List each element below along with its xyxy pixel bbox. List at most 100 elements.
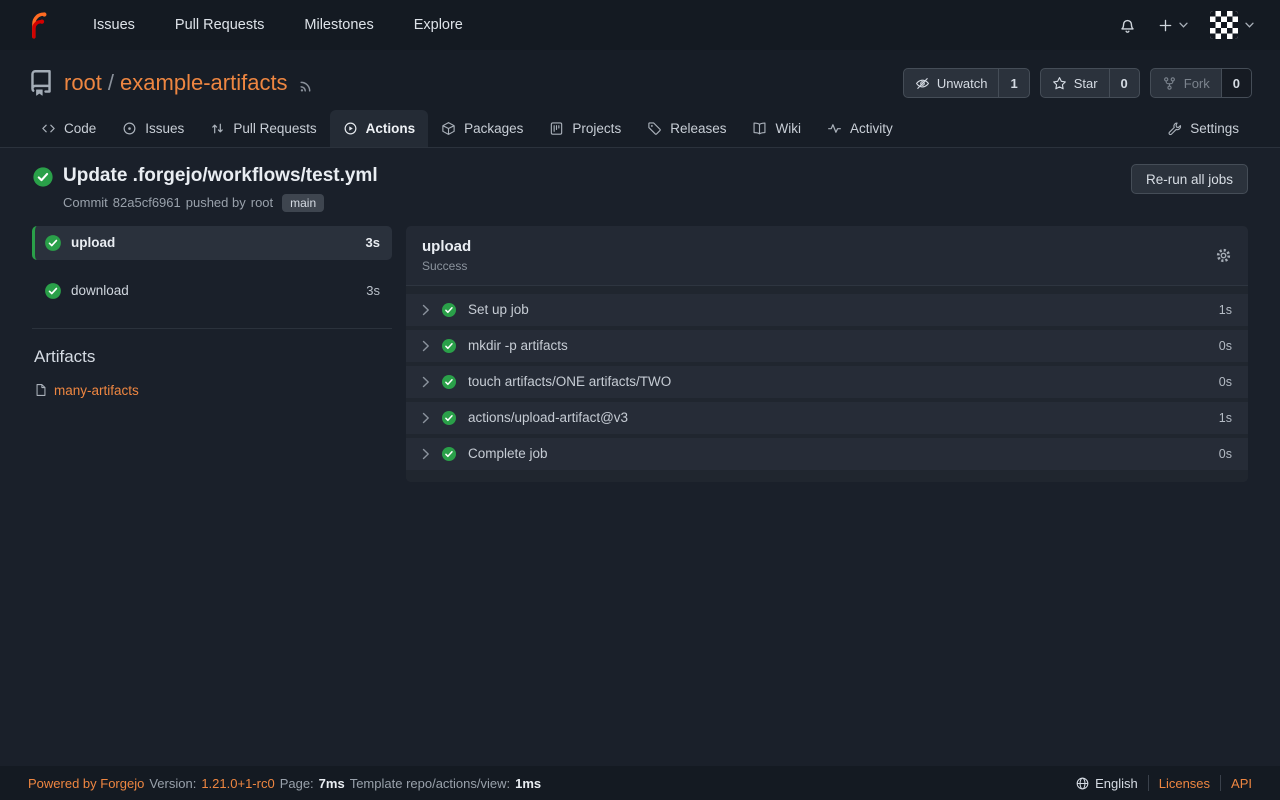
step-duration: 0s [1219,447,1232,461]
repo-action-buttons: Unwatch 1 Star 0 [903,68,1252,98]
divider [1148,775,1149,791]
tab-code[interactable]: Code [28,110,109,147]
step-row-upload-artifact[interactable]: actions/upload-artifact@v3 1s [406,402,1248,434]
job-name: download [71,283,129,298]
fork-button[interactable]: Fork 0 [1150,68,1252,98]
tab-issues[interactable]: Issues [109,110,197,147]
star-label: Star [1074,76,1098,91]
tab-issues-label: Issues [145,121,184,136]
project-board-icon [549,121,564,136]
unwatch-button[interactable]: Unwatch 1 [903,68,1030,98]
star-icon [1052,76,1067,91]
divider [1220,775,1221,791]
tab-packages-label: Packages [464,121,523,136]
licenses-link[interactable]: Licenses [1159,776,1210,791]
globe-icon [1075,776,1090,791]
job-success-check-icon [44,234,62,252]
nav-links: Issues Pull Requests Milestones Explore [93,17,463,33]
step-row-mkdir[interactable]: mkdir -p artifacts 0s [406,330,1248,362]
artifact-download-link[interactable]: many-artifacts [54,383,139,398]
nav-link-milestones[interactable]: Milestones [304,17,373,33]
watch-count[interactable]: 1 [998,69,1028,97]
job-options-gear-icon[interactable] [1215,247,1232,264]
nav-link-issues[interactable]: Issues [93,17,135,33]
actions-run-view: Update .forgejo/workflows/test.yml Commi… [0,148,1280,482]
job-item-upload[interactable]: upload 3s [32,226,392,260]
nav-link-explore[interactable]: Explore [414,17,463,33]
tab-actions[interactable]: Actions [330,110,429,147]
fork-count[interactable]: 0 [1221,69,1251,97]
step-row-complete[interactable]: Complete job 0s [406,438,1248,470]
star-count[interactable]: 0 [1109,69,1139,97]
avatar [1210,11,1238,39]
step-success-check-icon [441,374,457,390]
forgejo-logo-icon[interactable] [26,12,53,39]
rss-feed-icon[interactable] [298,77,315,94]
step-success-check-icon [441,410,457,426]
version-label: Version: [149,776,196,791]
chevron-right-icon [422,412,430,424]
tools-icon [1167,121,1182,136]
pusher-name[interactable]: root [251,195,273,210]
page-footer: Powered by Forgejo Version: 1.21.0+1-rc0… [0,766,1280,800]
step-duration: 1s [1219,411,1232,425]
book-open-icon [752,121,767,136]
step-duration: 1s [1219,303,1232,317]
tab-activity[interactable]: Activity [814,110,906,147]
nav-link-pull-requests[interactable]: Pull Requests [175,17,264,33]
plus-icon [1158,18,1173,33]
tab-settings-label: Settings [1190,121,1239,136]
user-menu[interactable] [1210,11,1254,39]
tab-pull-requests[interactable]: Pull Requests [197,110,329,147]
page-time-value: 7ms [319,776,345,791]
create-new-dropdown[interactable] [1158,18,1188,33]
run-title: Update .forgejo/workflows/test.yml [63,164,378,188]
commit-sha[interactable]: 82a5cf6961 [113,195,181,210]
repo-name-link[interactable]: example-artifacts [120,70,288,96]
package-icon [441,121,456,136]
job-duration: 3s [366,235,380,250]
job-item-download[interactable]: download 3s [32,274,392,308]
navbar-right [1119,11,1254,39]
tab-settings[interactable]: Settings [1154,110,1252,147]
language-label: English [1095,776,1138,791]
pulse-icon [827,121,842,136]
step-label: actions/upload-artifact@v3 [468,410,628,425]
repo-owner-link[interactable]: root [64,70,102,96]
notifications-bell-icon[interactable] [1119,17,1136,34]
version-link[interactable]: 1.21.0+1-rc0 [201,776,274,791]
run-header: Update .forgejo/workflows/test.yml Commi… [32,164,1248,212]
tab-wiki[interactable]: Wiki [739,110,814,147]
step-success-check-icon [441,446,457,462]
api-link[interactable]: API [1231,776,1252,791]
step-duration: 0s [1219,375,1232,389]
powered-by-link[interactable]: Powered by Forgejo [28,776,144,791]
rerun-all-jobs-button[interactable]: Re-run all jobs [1131,164,1248,194]
repo-title: root / example-artifacts [64,70,288,96]
chevron-right-icon [422,304,430,316]
pull-request-icon [210,121,225,136]
commit-label: Commit [63,195,108,210]
job-name: upload [71,235,115,250]
branch-badge[interactable]: main [282,194,324,212]
step-label: Complete job [468,446,548,461]
tab-projects[interactable]: Projects [536,110,634,147]
job-detail-panel: upload Success Set up job 1s mkdir -p [406,226,1248,482]
job-detail-header: upload Success [406,226,1248,286]
star-button[interactable]: Star 0 [1040,68,1140,98]
top-navbar: Issues Pull Requests Milestones Explore [0,0,1280,50]
step-success-check-icon [441,338,457,354]
eye-slash-icon [915,76,930,91]
tab-packages[interactable]: Packages [428,110,536,147]
step-row-touch[interactable]: touch artifacts/ONE artifacts/TWO 0s [406,366,1248,398]
tab-releases[interactable]: Releases [634,110,739,147]
page-time-label: Page: [280,776,314,791]
language-selector[interactable]: English [1075,776,1138,791]
artifacts-heading: Artifacts [34,347,392,367]
repo-header: root / example-artifacts Unwatch 1 [0,50,1280,148]
artifact-item: many-artifacts [34,383,392,398]
step-row-setup[interactable]: Set up job 1s [406,294,1248,326]
step-label: Set up job [468,302,529,317]
repo-path-separator: / [108,70,114,96]
tab-wiki-label: Wiki [775,121,801,136]
